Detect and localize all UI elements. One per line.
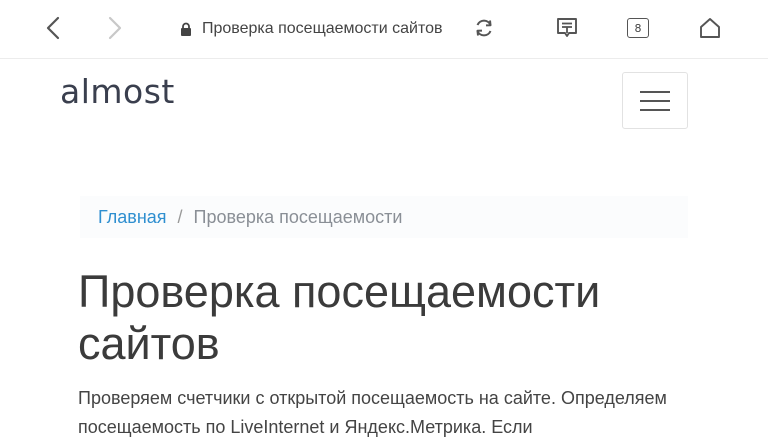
hamburger-menu-button[interactable] xyxy=(622,72,688,129)
browser-toolbar: Проверка посещаемости сайтов 8 xyxy=(0,0,768,59)
reload-icon xyxy=(476,19,492,37)
url-text: Проверка посещаемости сайтов xyxy=(202,20,443,37)
page-description: Проверяем счетчики с открытой посещаемос… xyxy=(78,388,667,437)
breadcrumb-home-link[interactable]: Главная xyxy=(98,207,167,228)
back-button[interactable] xyxy=(36,10,72,46)
page-title: Проверка посещаемости сайтов xyxy=(78,266,601,369)
reload-button[interactable] xyxy=(466,10,502,46)
breadcrumb-current: Проверка посещаемости xyxy=(193,206,403,227)
back-icon xyxy=(46,16,60,40)
lock-icon xyxy=(181,22,191,36)
breadcrumb: Главная / Проверка посещаемости xyxy=(80,196,688,238)
breadcrumb-separator: / xyxy=(177,206,183,227)
reader-icon xyxy=(557,18,577,37)
tabs-icon: 8 xyxy=(627,18,649,38)
hamburger-icon-bar xyxy=(640,99,670,102)
home-icon xyxy=(700,18,720,38)
home-button[interactable] xyxy=(692,10,728,46)
hamburger-icon-bar xyxy=(640,90,670,93)
forward-button[interactable] xyxy=(96,10,132,46)
hamburger-icon-bar xyxy=(640,108,670,111)
tabs-button[interactable]: 8 xyxy=(620,10,656,46)
reader-mode-button[interactable] xyxy=(549,10,585,46)
site-logo[interactable]: almost xyxy=(60,72,175,111)
forward-icon xyxy=(108,16,122,40)
address-bar[interactable]: Проверка посещаемости сайтов xyxy=(180,14,443,44)
